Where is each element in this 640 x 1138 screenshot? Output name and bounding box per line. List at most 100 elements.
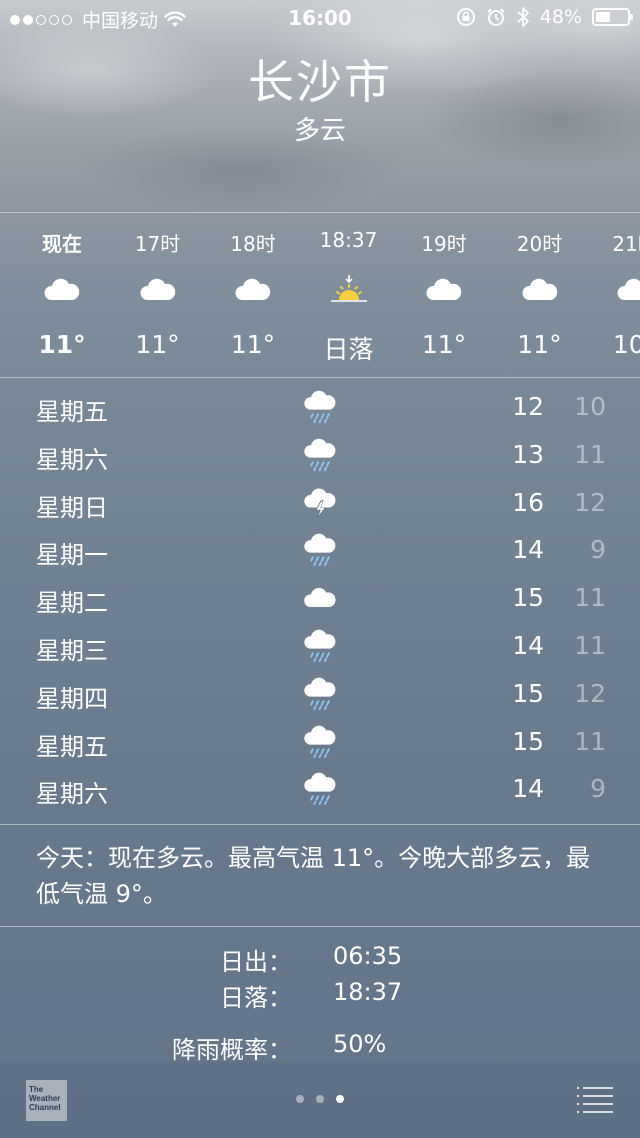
day-name: 星期六 — [36, 780, 108, 809]
sunrise-row: 日出： 06:35 — [0, 942, 640, 978]
page-dot[interactable] — [316, 1095, 324, 1103]
hourly-item: 17时 11° — [110, 214, 206, 378]
cloud-icon — [138, 274, 178, 306]
cloud-icon — [424, 274, 464, 306]
battery-level — [596, 12, 611, 22]
daily-row: 星期一 14 9 — [0, 527, 640, 575]
battery-icon — [592, 8, 633, 26]
daily-row: 星期三 14 11 — [0, 623, 640, 671]
page-dot[interactable] — [336, 1095, 344, 1103]
hour-time: 18:37 — [319, 228, 378, 252]
battery-percent: 48% — [539, 6, 582, 28]
day-high-temp: 14 — [512, 630, 544, 660]
rain-chance-value: 50% — [333, 1030, 387, 1058]
daily-row: 星期六 14 9 — [0, 766, 640, 814]
hourly-item: 18:37 日落 — [301, 214, 397, 378]
daily-row: 星期六 13 11 — [0, 432, 640, 480]
daily-row: 星期二 15 11 — [0, 575, 640, 623]
hour-temp: 11° — [230, 330, 276, 359]
hour-time: 21时 — [612, 232, 640, 256]
bluetooth-icon — [517, 7, 529, 27]
sunset-value: 18:37 — [333, 978, 403, 1006]
city-list-button[interactable] — [576, 1084, 614, 1114]
day-low-temp: 9 — [590, 535, 606, 565]
rain-icon — [302, 390, 338, 424]
day-high-temp: 15 — [512, 583, 544, 613]
hour-temp: 11° — [38, 330, 86, 359]
day-name: 星期三 — [36, 636, 108, 665]
logo-text-line: Channel — [29, 1103, 61, 1112]
rain-icon — [302, 677, 338, 711]
sunset-label: 日落： — [220, 984, 292, 1012]
bottom-toolbar: The Weather Channel — [0, 1062, 640, 1138]
hour-time: 20时 — [516, 232, 563, 256]
daily-forecast[interactable]: 星期五 12 10 星期六 13 11 星期日 16 12 星期一 14 9 星期二 15 11 星期三 14 1… — [0, 384, 640, 814]
hour-time: 现在 — [42, 232, 82, 256]
cloud-icon — [302, 581, 338, 615]
divider — [0, 824, 640, 825]
day-name: 星期六 — [36, 445, 108, 474]
sunrise-label: 日出： — [220, 948, 292, 976]
day-low-temp: 11 — [574, 583, 606, 613]
rain-icon — [302, 629, 338, 663]
logo-text-line: The — [29, 1085, 44, 1094]
divider — [0, 377, 640, 378]
daily-row: 星期五 12 10 — [0, 384, 640, 432]
day-high-temp: 15 — [512, 726, 544, 756]
alarm-icon — [487, 8, 505, 26]
today-summary: 今天：现在多云。最高气温 11°。今晚大部多云，最低气温 9°。 — [36, 844, 591, 908]
hourly-item: 现在 11° — [14, 214, 110, 378]
day-high-temp: 14 — [512, 774, 544, 804]
day-name: 星期四 — [36, 684, 108, 713]
thunderstorm-icon — [302, 486, 338, 520]
daily-row: 星期五 15 11 — [0, 719, 640, 767]
cloud-icon — [520, 274, 560, 306]
hour-temp: 11° — [421, 330, 467, 359]
city-name: 长沙市 — [248, 55, 392, 109]
day-high-temp: 16 — [512, 487, 544, 517]
day-high-temp: 14 — [512, 535, 544, 565]
day-low-temp: 11 — [574, 439, 606, 469]
day-name: 星期二 — [36, 589, 108, 618]
day-name: 星期一 — [36, 541, 108, 570]
orientation-lock-icon — [456, 8, 475, 26]
day-low-temp: 9 — [590, 774, 606, 804]
cloud-icon — [233, 274, 273, 306]
page-indicator[interactable] — [0, 1095, 640, 1103]
rain-chance-label: 降雨概率： — [172, 1036, 292, 1064]
day-low-temp: 10 — [574, 392, 606, 421]
day-low-temp: 12 — [574, 678, 606, 708]
status-bar: 中国移动 16:00 48% — [0, 0, 640, 36]
page-dot[interactable] — [296, 1095, 304, 1103]
day-low-temp: 11 — [574, 726, 606, 756]
hourly-item: 18时 11° — [205, 214, 301, 378]
rain-icon — [302, 725, 338, 759]
hour-time: 17时 — [134, 232, 181, 256]
hour-temp: 日落 — [323, 335, 374, 364]
sunset-row: 日落： 18:37 — [0, 978, 640, 1014]
day-name: 星期五 — [36, 732, 108, 761]
sunset-icon — [329, 274, 369, 306]
day-name: 星期日 — [36, 493, 108, 522]
divider — [0, 212, 640, 213]
daily-row: 星期四 15 12 — [0, 671, 640, 719]
rain-chance-row: 降雨概率： 50% — [0, 1030, 640, 1066]
hour-temp: 11° — [135, 330, 180, 359]
day-high-temp: 15 — [512, 678, 544, 708]
hour-time: 18时 — [230, 232, 276, 256]
rain-icon — [302, 772, 338, 806]
day-high-temp: 12 — [512, 392, 544, 421]
rain-icon — [302, 533, 338, 567]
hourly-item: 19时 11° — [396, 214, 492, 378]
hour-temp: 11° — [517, 330, 562, 359]
hour-time: 19时 — [421, 232, 467, 256]
cloud-icon — [615, 274, 640, 306]
day-name: 星期五 — [36, 398, 108, 426]
current-condition: 多云 — [293, 116, 346, 146]
daily-row: 星期日 16 12 — [0, 480, 640, 528]
divider — [0, 926, 640, 927]
hourly-item: 21时 10° — [587, 214, 640, 378]
hourly-forecast[interactable]: 现在 11° 17时 11° 18时 11° 18:37 日落 19时 11° 20时 11° 21时 1… — [0, 214, 640, 378]
day-high-temp: 13 — [512, 439, 544, 469]
sunrise-value: 06:35 — [333, 942, 403, 970]
